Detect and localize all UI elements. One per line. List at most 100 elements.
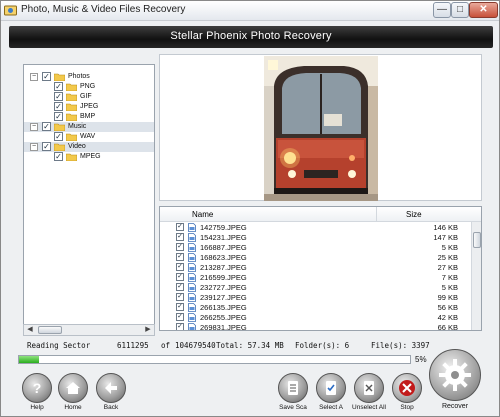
tree-checkbox[interactable]: ✓ — [54, 92, 63, 101]
progress-percent: 5% — [415, 355, 427, 364]
tree-item-gif[interactable]: ✓ GIF — [28, 92, 154, 102]
back-button[interactable] — [96, 373, 126, 403]
save-scan-button[interactable] — [278, 373, 308, 403]
tree-checkbox[interactable]: ✓ — [42, 72, 51, 81]
file-name: 142759.JPEG — [200, 223, 247, 232]
tree-checkbox[interactable]: ✓ — [54, 102, 63, 111]
tree-checkbox[interactable]: ✓ — [54, 152, 63, 161]
progress-fill — [19, 356, 39, 363]
minimize-button[interactable]: — — [433, 2, 451, 18]
file-checkbox[interactable]: ✓ — [176, 253, 184, 261]
file-checkbox[interactable]: ✓ — [176, 243, 184, 251]
stop-icon — [399, 380, 415, 396]
tree-checkbox[interactable]: ✓ — [54, 132, 63, 141]
file-row[interactable]: ✓ 266255.JPEG 42 KB — [160, 313, 470, 323]
file-checkbox[interactable]: ✓ — [176, 283, 184, 291]
stop-button[interactable] — [392, 373, 422, 403]
tree-item-label: JPEG — [80, 103, 99, 110]
folder-icon — [66, 133, 77, 141]
file-size: 99 KB — [437, 293, 458, 302]
file-row[interactable]: ✓ 239127.JPEG 99 KB — [160, 293, 470, 303]
column-header-size[interactable]: Size — [406, 210, 422, 219]
tree-item-label: MPEG — [80, 153, 101, 160]
recover-button[interactable] — [429, 349, 481, 401]
scroll-right-icon[interactable]: ▶ — [142, 325, 154, 335]
tree-checkbox[interactable]: ✓ — [54, 112, 63, 121]
folder-icon — [66, 93, 77, 101]
file-size: 56 KB — [437, 303, 458, 312]
file-name: 266135.JPEG — [200, 303, 247, 312]
list-vertical-scrollbar[interactable] — [471, 222, 481, 330]
file-icon — [188, 303, 196, 312]
title-bar: Photo, Music & Video Files Recovery — □ … — [1, 1, 499, 21]
file-name: 166887.JPEG — [200, 243, 247, 252]
file-row[interactable]: ✓ 232727.JPEG 5 KB — [160, 283, 470, 293]
file-row[interactable]: ✓ 154231.JPEG 147 KB — [160, 233, 470, 243]
collapse-expander[interactable]: − — [30, 73, 38, 81]
file-row[interactable]: ✓ 213287.JPEG 27 KB — [160, 263, 470, 273]
file-checkbox[interactable]: ✓ — [176, 313, 184, 321]
file-icon — [188, 243, 196, 252]
tree-item-mpeg[interactable]: ✓ MPEG — [28, 152, 154, 162]
stop-label: Stop — [400, 404, 414, 411]
back-label: Back — [103, 404, 119, 411]
banner-title: Stellar Phoenix Photo Recovery — [170, 30, 332, 42]
file-icon — [188, 263, 196, 272]
file-checkbox[interactable]: ✓ — [176, 323, 184, 330]
collapse-expander[interactable]: − — [30, 123, 38, 131]
folder-icon — [66, 113, 77, 121]
tree-item-jpeg[interactable]: ✓ JPEG — [28, 102, 154, 112]
column-divider — [376, 207, 377, 222]
file-icon — [188, 253, 196, 262]
file-row[interactable]: ✓ 266135.JPEG 56 KB — [160, 303, 470, 313]
file-checkbox[interactable]: ✓ — [176, 223, 184, 231]
help-button[interactable]: ? — [22, 373, 52, 403]
tree-horizontal-scrollbar[interactable]: ◀ ▶ — [23, 324, 155, 336]
file-icon — [188, 293, 196, 302]
tree-item-photos[interactable]: − ✓ Photos — [28, 72, 154, 82]
unselect-all-button[interactable] — [354, 373, 384, 403]
list-header: Name Size — [160, 207, 481, 222]
file-name: 168623.JPEG — [200, 253, 247, 262]
collapse-expander[interactable]: − — [30, 143, 38, 151]
unselect-all-label: Unselect All — [352, 404, 386, 411]
home-button[interactable] — [58, 373, 88, 403]
file-row[interactable]: ✓ 166887.JPEG 5 KB — [160, 243, 470, 253]
save-scan-icon — [288, 381, 298, 395]
tree-item-png[interactable]: ✓ PNG — [28, 82, 154, 92]
file-size: 147 KB — [433, 233, 458, 242]
file-row[interactable]: ✓ 269831.JPEG 66 KB — [160, 323, 470, 330]
home-label: Home — [64, 404, 82, 411]
file-icon — [188, 313, 196, 322]
tree-checkbox[interactable]: ✓ — [54, 82, 63, 91]
select-all-button[interactable] — [316, 373, 346, 403]
file-row[interactable]: ✓ 142759.JPEG 146 KB — [160, 223, 470, 233]
file-checkbox[interactable]: ✓ — [176, 273, 184, 281]
tree-item-video[interactable]: − ✓ Video — [24, 142, 154, 152]
tree-item-wav[interactable]: ✓ WAV — [28, 132, 154, 142]
file-checkbox[interactable]: ✓ — [176, 233, 184, 241]
file-type-tree[interactable]: − ✓ Photos ✓ PNG ✓ GIF ✓ JPEG ✓ BMP − ✓ … — [23, 64, 155, 336]
app-window: Photo, Music & Video Files Recovery — □ … — [0, 0, 500, 417]
file-name: 266255.JPEG — [200, 313, 247, 322]
tree-item-music[interactable]: − ✓ Music — [24, 122, 154, 132]
file-row[interactable]: ✓ 216599.JPEG 7 KB — [160, 273, 470, 283]
window-title: Photo, Music & Video Files Recovery — [21, 4, 186, 15]
file-list[interactable]: Name Size ✓ 142759.JPEG 146 KB ✓ 154231.… — [159, 206, 482, 331]
close-button[interactable]: ✕ — [469, 2, 498, 18]
scroll-left-icon[interactable]: ◀ — [24, 325, 36, 335]
scroll-thumb[interactable] — [473, 232, 481, 248]
column-header-name[interactable]: Name — [192, 210, 213, 219]
maximize-button[interactable]: □ — [451, 2, 469, 18]
scroll-thumb[interactable] — [38, 326, 62, 334]
file-row[interactable]: ✓ 168623.JPEG 25 KB — [160, 253, 470, 263]
file-checkbox[interactable]: ✓ — [176, 303, 184, 311]
file-checkbox[interactable]: ✓ — [176, 293, 184, 301]
tree-checkbox[interactable]: ✓ — [42, 142, 51, 151]
tree-item-bmp[interactable]: ✓ BMP — [28, 112, 154, 122]
recover-label: Recover — [441, 403, 469, 410]
preview-image — [264, 56, 378, 201]
file-name: 239127.JPEG — [200, 293, 247, 302]
file-checkbox[interactable]: ✓ — [176, 263, 184, 271]
tree-checkbox[interactable]: ✓ — [42, 122, 51, 131]
